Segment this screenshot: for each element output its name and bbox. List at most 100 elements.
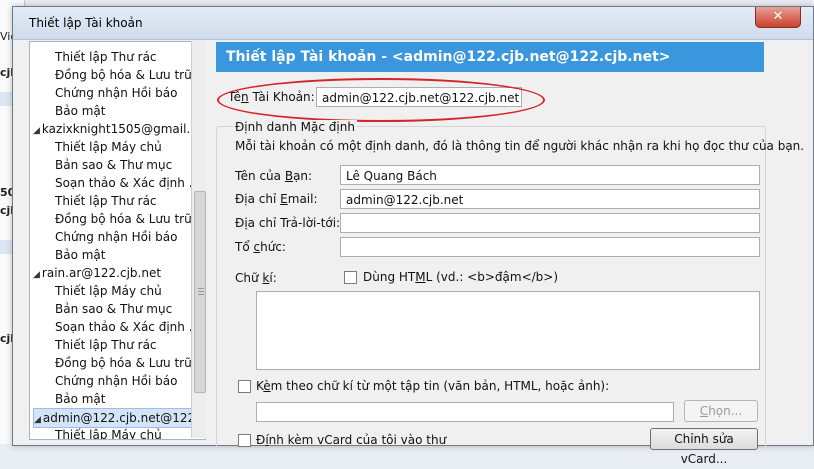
label-text: Địa chỉ bbox=[235, 192, 281, 206]
tree-settings-item[interactable]: Bảo mật bbox=[55, 102, 106, 120]
panel-header: Thiết lập Tài khoản - <admin@122.cjb.net… bbox=[216, 42, 764, 72]
tree-settings-item[interactable]: Soạn thảo & Xác định ... bbox=[55, 174, 200, 192]
tree-item-label: Thiết lập Thư rác bbox=[55, 50, 157, 64]
tree-settings-item[interactable]: Thiết lập Thư rác bbox=[55, 336, 157, 354]
label-text: ạn: bbox=[293, 169, 313, 183]
identity-group-title: Định danh Mặc định bbox=[233, 120, 357, 134]
tree-account-item[interactable]: ◢ admin@122.cjb.net@122.... bbox=[33, 408, 206, 428]
label-text: Tổ bbox=[235, 240, 254, 254]
signature-label: Chữ kí: bbox=[235, 271, 277, 285]
tree-item-label: Đồng bộ hóa & Lưu trữ bbox=[55, 212, 192, 226]
tree-item-label: kazixknight1505@gmail.c... bbox=[41, 122, 206, 136]
attach-vcard-checkbox[interactable] bbox=[238, 434, 251, 447]
tree-item-label: Đồng bộ hóa & Lưu trữ bbox=[55, 356, 192, 370]
tree-item-label: Soạn thảo & Xác định ... bbox=[55, 176, 201, 190]
expand-triangle-icon[interactable]: ◢ bbox=[33, 270, 40, 280]
tree-settings-item[interactable]: Thiết lập Máy chủ bbox=[55, 138, 162, 156]
tree-settings-item[interactable]: Bảo mật bbox=[55, 390, 106, 408]
email-label: Địa chỉ Email: bbox=[235, 192, 318, 206]
tree-item-label: Chứng nhận Hồi báo bbox=[55, 86, 178, 100]
close-button[interactable]: ✕ bbox=[755, 7, 801, 28]
reply-to-input[interactable] bbox=[340, 213, 760, 233]
label-text: hức: bbox=[260, 240, 286, 254]
tree-item-label: admin@122.cjb.net@122.... bbox=[42, 411, 206, 425]
tree-settings-item[interactable]: Đồng bộ hóa & Lưu trữ bbox=[55, 210, 192, 228]
grip-line bbox=[198, 294, 204, 295]
organization-label: Tổ chức: bbox=[235, 240, 286, 254]
grip-line bbox=[198, 288, 204, 289]
tree-settings-item[interactable]: Bản sao & Thư mục bbox=[55, 300, 172, 318]
signature-textarea[interactable] bbox=[256, 291, 760, 370]
tree-item-label: Thiết lập Máy chủ bbox=[55, 140, 162, 154]
tree-settings-item[interactable]: Thiết lập Thư rác bbox=[55, 192, 157, 210]
identity-description: Mỗi tài khoản có một định danh, đó là th… bbox=[235, 139, 805, 153]
tree-account-item[interactable]: ◢ rain.ar@122.cjb.net bbox=[33, 264, 161, 282]
tree-scrollbar[interactable] bbox=[191, 41, 206, 438]
label-text: L (vd.: <b>đậm</b>) bbox=[425, 270, 559, 284]
close-icon: ✕ bbox=[772, 9, 784, 24]
label-accesskey: M bbox=[415, 270, 426, 284]
label-text: mail: bbox=[287, 192, 318, 206]
tree-settings-item[interactable]: Bảo mật bbox=[55, 246, 106, 264]
grip-line bbox=[198, 291, 204, 292]
tree-item-label: Soạn thảo & Xác định ... bbox=[55, 320, 201, 334]
your-name-label: Tên của Bạn: bbox=[235, 169, 312, 183]
tree-item-label: Chứng nhận Hồi báo bbox=[55, 374, 178, 388]
highlight-annotation bbox=[217, 78, 545, 122]
choose-file-button[interactable]: Chọn... bbox=[684, 400, 758, 422]
label-text: m theo chữ kí từ một tập tin (văn bản, H… bbox=[270, 379, 610, 393]
tree-account-item[interactable]: ◢ kazixknight1505@gmail.c... bbox=[33, 120, 206, 138]
button-text: họn... bbox=[708, 404, 743, 418]
tree-settings-item[interactable]: Soạn thảo & Xác định ... bbox=[55, 318, 200, 336]
account-tree[interactable]: Thiết lập Thư rác Đồng bộ hóa & Lưu trữ Ch… bbox=[29, 41, 206, 440]
use-html-checkbox[interactable] bbox=[344, 271, 357, 284]
edit-vcard-button[interactable]: Chỉnh sửa vCard... bbox=[650, 428, 758, 466]
button-accesskey: C bbox=[699, 404, 709, 418]
label-text: a chỉ Trả-lời-tới: bbox=[247, 216, 341, 230]
tree-settings-item[interactable]: Thiết lập Máy chủ bbox=[55, 426, 162, 440]
label-accesskey: E bbox=[280, 192, 288, 206]
tree-settings-item[interactable]: Đồng bộ hóa & Lưu trữ bbox=[55, 66, 192, 84]
tree-item-label: Thiết lập Máy chủ bbox=[55, 284, 162, 298]
tree-settings-item[interactable]: Chứng nhận Hồi báo bbox=[55, 84, 177, 102]
expand-triangle-icon[interactable]: ◢ bbox=[34, 415, 41, 425]
label-text: Đ bbox=[256, 433, 266, 447]
attach-signature-label[interactable]: Kèm theo chữ kí từ một tập tin (văn bản,… bbox=[256, 379, 609, 393]
tree-settings-item[interactable]: Đồng bộ hóa & Lưu trữ bbox=[55, 354, 192, 372]
tree-item-label: Thiết lập Máy chủ bbox=[55, 428, 162, 440]
tree-item-label: Bảo mật bbox=[55, 104, 106, 118]
tree-item-label: Bảo mật bbox=[55, 248, 106, 262]
label-accesskey: è bbox=[263, 379, 271, 393]
label-text: Tên của bbox=[235, 169, 285, 183]
tree-item-label: Chứng nhận Hồi báo bbox=[55, 230, 178, 244]
tree-settings-item[interactable]: Thiết lập Máy chủ bbox=[55, 282, 162, 300]
tree-item-label: Đồng bộ hóa & Lưu trữ bbox=[55, 68, 192, 82]
signature-file-input[interactable] bbox=[256, 402, 674, 422]
scrollbar-thumb[interactable] bbox=[194, 191, 206, 393]
use-html-label[interactable]: Dùng HTML (vd.: <b>đậm</b>) bbox=[363, 270, 558, 284]
label-text: Chữ bbox=[235, 271, 263, 285]
tree-settings-item[interactable]: Chứng nhận Hồi báo bbox=[55, 228, 177, 246]
your-name-input[interactable]: Lê Quang Bách bbox=[340, 165, 760, 185]
attach-vcard-label[interactable]: Đính kèm vCard của tôi vào thư bbox=[256, 433, 446, 447]
label-text: Đ bbox=[235, 216, 245, 230]
email-input[interactable]: admin@122.cjb.net bbox=[340, 189, 760, 209]
tree-item-label: rain.ar@122.cjb.net bbox=[41, 266, 162, 280]
tree-item-label: Bản sao & Thư mục bbox=[55, 302, 173, 316]
expand-triangle-icon[interactable]: ◢ bbox=[33, 126, 40, 136]
titlebar: Thiết lập Tài khoản ✕ bbox=[13, 7, 813, 40]
organization-input[interactable] bbox=[340, 237, 760, 257]
tree-item-label: Thiết lập Thư rác bbox=[55, 338, 157, 352]
dialog-title: Thiết lập Tài khoản bbox=[29, 16, 143, 30]
tree-settings-item[interactable]: Chứng nhận Hồi báo bbox=[55, 372, 177, 390]
tree-settings-item[interactable]: Thiết lập Thư rác bbox=[55, 48, 157, 66]
label-text: í: bbox=[269, 271, 277, 285]
reply-to-label: Địa chỉ Trả-lời-tới: bbox=[235, 216, 340, 230]
label-accesskey: B bbox=[284, 169, 294, 183]
tree-item-label: Thiết lập Thư rác bbox=[55, 194, 157, 208]
attach-signature-checkbox[interactable] bbox=[238, 380, 251, 393]
tree-settings-item[interactable]: Bản sao & Thư mục bbox=[55, 156, 172, 174]
label-text: nh kèm vCard của tôi vào thư bbox=[268, 433, 447, 447]
tree-item-label: Bản sao & Thư mục bbox=[55, 158, 173, 172]
label-text: Dùng HT bbox=[363, 270, 416, 284]
